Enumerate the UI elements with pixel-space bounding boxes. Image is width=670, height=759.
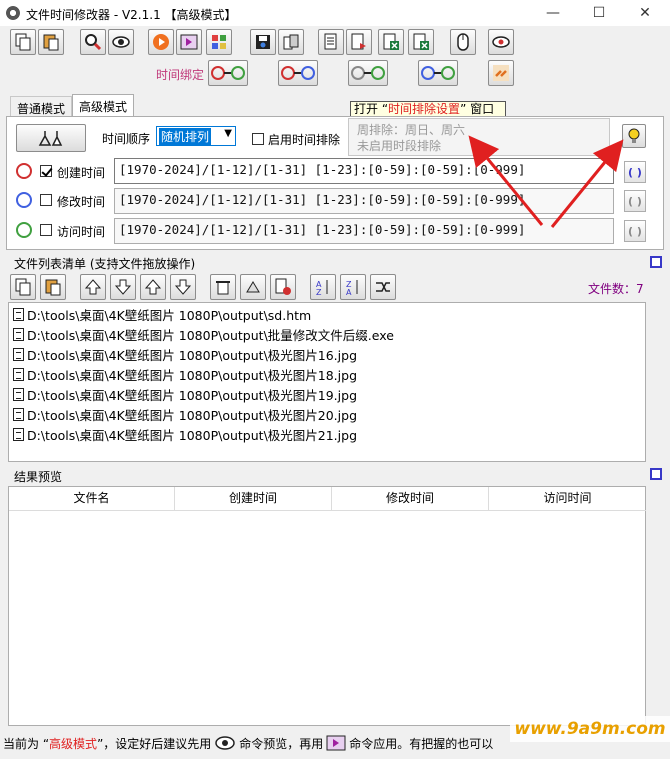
column-header-create-time[interactable]: 创建时间 [175, 487, 332, 511]
file-icon [13, 367, 24, 381]
window-title: 文件时间修改器 - V2.1.1 【高级模式】 [26, 8, 237, 22]
preview-title: 结果预览 [14, 470, 63, 484]
exclude-label: 启用时间排除 [268, 133, 341, 147]
modify-time-checkbox[interactable] [40, 194, 52, 206]
preview-expand-button[interactable] [650, 468, 662, 480]
create-time-checkbox[interactable] [40, 165, 52, 177]
apply-icon [326, 735, 346, 751]
modify-time-label: 修改时间 [57, 195, 106, 209]
access-time-checkbox[interactable] [40, 224, 52, 236]
list-export-icon[interactable] [318, 29, 344, 55]
search-icon[interactable] [80, 29, 106, 55]
move-top-icon[interactable] [80, 274, 106, 300]
exclude-checkbox[interactable] [252, 133, 264, 145]
list-item[interactable]: D:\tools\桌面\4K壁纸图片 1080P\output\极光图片18.j… [13, 365, 357, 383]
files-icon[interactable] [278, 29, 304, 55]
chevron-down-icon: ▼ [224, 128, 232, 139]
bind-modify-link-icon[interactable] [278, 60, 318, 86]
bind-access-link-icon[interactable] [348, 60, 388, 86]
status-mode: 高级模式 [49, 736, 98, 751]
file-count: 文件数：7 [588, 282, 644, 296]
apply-icon[interactable] [176, 29, 202, 55]
column-header-access-time[interactable]: 访问时间 [489, 487, 646, 511]
grid-icon[interactable] [206, 29, 232, 55]
move-up-icon[interactable] [140, 274, 166, 300]
list-item[interactable]: D:\tools\桌面\4K壁纸图片 1080P\output\批量修改文件后缀… [13, 325, 394, 343]
remove-missing-icon[interactable] [270, 274, 296, 300]
maximize-button[interactable]: ☐ [584, 4, 614, 22]
file-icon [13, 327, 24, 341]
watermark: www.9a9m.com [510, 716, 670, 742]
text-export-icon[interactable] [346, 29, 372, 55]
list-item[interactable]: D:\tools\桌面\4K壁纸图片 1080P\output\极光图片20.j… [13, 405, 357, 423]
tab-normal-mode[interactable]: 普通模式 [10, 96, 73, 118]
preview-grid[interactable]: 文件名 创建时间 修改时间 访问时间 [8, 486, 646, 726]
order-select[interactable]: 随机排列 ▼ [156, 126, 236, 146]
file-list[interactable]: D:\tools\桌面\4K壁纸图片 1080P\output\sd.htm D… [8, 302, 646, 462]
create-time-label: 创建时间 [57, 166, 106, 180]
unbind-icon[interactable] [488, 60, 514, 86]
annotation-arrows [468, 135, 624, 228]
app-gear-icon [6, 6, 20, 20]
file-icon [13, 347, 24, 361]
play-icon[interactable] [148, 29, 174, 55]
eye-icon[interactable] [108, 29, 134, 55]
access-time-label: 访问时间 [57, 225, 106, 239]
move-bottom-icon[interactable] [170, 274, 196, 300]
modify-time-icon [16, 192, 32, 208]
sort-az-icon[interactable]: AZ [310, 274, 336, 300]
file-list-title: 文件列表清单 (支持文件拖放操作) [14, 257, 196, 271]
list-item[interactable]: D:\tools\桌面\4K壁纸图片 1080P\output\极光图片16.j… [13, 345, 357, 363]
order-label: 时间顺序 [102, 132, 151, 146]
copy-icon[interactable] [10, 29, 36, 55]
paste-icon[interactable] [38, 29, 64, 55]
minimize-button[interactable]: — [538, 4, 568, 22]
delete-icon[interactable] [210, 274, 236, 300]
eye-settings-icon[interactable] [488, 29, 514, 55]
flask-button[interactable] [16, 124, 86, 152]
excel-export-icon[interactable] [378, 29, 404, 55]
tab-advanced-mode[interactable]: 高级模式 [72, 94, 135, 118]
move-down-icon[interactable] [110, 274, 136, 300]
mouse-icon[interactable] [450, 29, 476, 55]
shuffle-icon[interactable] [370, 274, 396, 300]
excel-import-icon[interactable] [408, 29, 434, 55]
file-list-expand-button[interactable] [650, 256, 662, 268]
list-copy-icon[interactable] [10, 274, 36, 300]
time-bind-label: 时间绑定 [156, 68, 205, 82]
file-icon [13, 307, 24, 321]
list-item[interactable]: D:\tools\桌面\4K壁纸图片 1080P\output\sd.htm [13, 305, 311, 323]
access-time-icon [16, 222, 32, 238]
list-item[interactable]: D:\tools\桌面\4K壁纸图片 1080P\output\极光图片19.j… [13, 385, 357, 403]
file-icon [13, 407, 24, 421]
list-paste-icon[interactable] [40, 274, 66, 300]
file-icon [13, 387, 24, 401]
svg-text:Z: Z [316, 288, 322, 296]
list-item[interactable]: D:\tools\桌面\4K壁纸图片 1080P\output\极光图片21.j… [13, 425, 357, 443]
create-time-icon [16, 163, 32, 179]
clean-icon[interactable] [240, 274, 266, 300]
sort-za-icon[interactable]: ZA [340, 274, 366, 300]
bind-all-link-icon[interactable] [418, 60, 458, 86]
column-header-modify-time[interactable]: 修改时间 [332, 487, 489, 511]
save-icon[interactable] [250, 29, 276, 55]
title-bar: 文件时间修改器 - V2.1.1 【高级模式】 — ☐ ✕ [0, 0, 670, 26]
eye-icon [215, 736, 236, 750]
svg-text:A: A [346, 288, 352, 296]
file-icon [13, 427, 24, 441]
close-button[interactable]: ✕ [630, 4, 660, 22]
column-header-filename[interactable]: 文件名 [9, 487, 175, 511]
bind-create-link-icon[interactable] [208, 60, 248, 86]
